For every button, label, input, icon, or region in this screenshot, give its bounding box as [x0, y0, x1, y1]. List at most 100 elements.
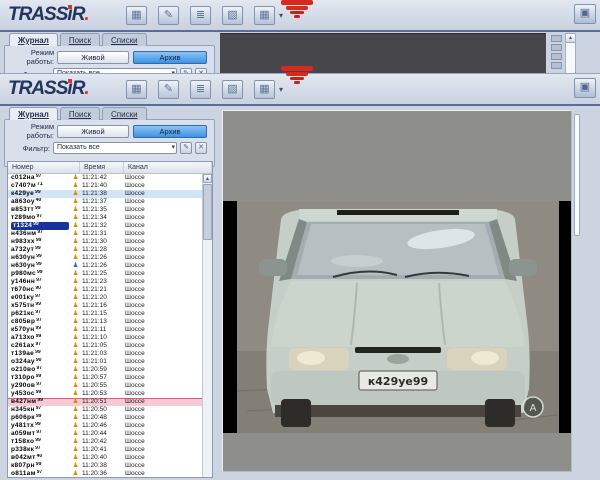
monitor-icon[interactable]: ▣ — [574, 78, 596, 98]
journal-row[interactable]: к570ун99♟11:21:11Шоссе — [8, 326, 202, 334]
event-direction-icon: ♟ — [69, 462, 82, 470]
plate-number: р338кк97 — [11, 446, 69, 454]
journal-row[interactable]: у453ос99♟11:20:53Шоссе — [8, 390, 202, 398]
edit-icon[interactable]: ✎ — [158, 80, 179, 99]
journal-row[interactable]: с740?м71♟11:21:40Шоссе — [8, 182, 202, 190]
channel-name: Шоссе — [125, 222, 202, 230]
journal-row[interactable]: а059мт97♟11:20:44Шоссе — [8, 430, 202, 438]
journal-row[interactable]: в427нм99♟11:20:51Шоссе — [8, 398, 202, 406]
journal-row[interactable]: с261ах97♟11:21:05Шоссе — [8, 342, 202, 350]
journal-row[interactable]: о210во97♟11:20:59Шоссе — [8, 366, 202, 374]
scroll-up-icon[interactable]: ▲ — [203, 174, 212, 183]
chevron-down-icon[interactable]: ▾ — [279, 85, 283, 94]
live-mode-button[interactable]: Живой — [57, 51, 129, 64]
tab-journal[interactable]: Журнал — [9, 33, 58, 46]
layout-icon[interactable]: ▦ — [254, 6, 275, 25]
journal-row[interactable]: в042мт40♟11:20:40Шоссе — [8, 454, 202, 462]
channel-name: Шоссе — [125, 366, 202, 374]
table-header: Номер Время Канал — [8, 162, 212, 174]
journal-row[interactable]: с012на97♟11:21:42Шоссе — [8, 174, 202, 182]
monitor-icon[interactable]: ▣ — [574, 4, 596, 24]
channel-name: Шоссе — [125, 214, 202, 222]
channel-name: Шоссе — [125, 294, 202, 302]
journal-row[interactable]: к429уе99♟11:21:38Шоссе — [8, 190, 202, 198]
event-direction-icon: ♟ — [69, 262, 82, 270]
column-plate[interactable]: Номер — [8, 162, 80, 173]
journal-row[interactable]: т289мо97♟11:21:34Шоссе — [8, 214, 202, 222]
archive-mode-button[interactable]: Архив — [133, 51, 207, 64]
journal-row[interactable]: т310ро99♟11:20:57Шоссе — [8, 374, 202, 382]
delete-filter-icon[interactable]: ✕ — [195, 142, 207, 154]
channel-name: Шоссе — [125, 254, 202, 262]
journal-row[interactable]: у146нн97♟11:21:23Шоссе — [8, 278, 202, 286]
mode-label: Режим работы: — [4, 48, 54, 66]
channel-name: Шоссе — [125, 374, 202, 382]
thumbnail-filmstrip[interactable] — [548, 33, 564, 74]
journal-row[interactable]: е001ку97♟11:21:20Шоссе — [8, 294, 202, 302]
channel-name: Шоссе — [125, 414, 202, 422]
frame-icon[interactable]: ▦ — [126, 80, 147, 99]
event-direction-icon: ♟ — [69, 430, 82, 438]
layout-icon[interactable]: ▦ — [254, 80, 275, 99]
journal-row[interactable]: н983хх99♟11:21:30Шоссе — [8, 238, 202, 246]
journal-row[interactable]: о811ам97♟11:20:36Шоссе — [8, 470, 202, 477]
snapshot-icon[interactable]: ▨ — [222, 6, 243, 25]
journal-row[interactable]: а863оу40♟11:21:37Шоссе — [8, 198, 202, 206]
plate-number: с261ах97 — [11, 342, 69, 350]
journal-row[interactable]: о324ау90♟11:21:01Шоссе — [8, 358, 202, 366]
channel-name: Шоссе — [125, 422, 202, 430]
event-direction-icon: ♟ — [69, 454, 82, 462]
journal-row[interactable]: н630ун99♟11:21:26Шоссе — [8, 254, 202, 262]
frame-icon[interactable]: ▦ — [126, 6, 147, 25]
journal-row[interactable]: у290ов97♟11:20:55Шоссе — [8, 382, 202, 390]
tab-lists[interactable]: Списки — [102, 107, 147, 120]
journal-row[interactable]: н436нм97♟11:21:31Шоссе — [8, 230, 202, 238]
scrollbar-thumb[interactable] — [203, 184, 212, 240]
live-mode-button[interactable]: Живой — [57, 125, 129, 138]
journal-row[interactable]: р621кс97♟11:21:15Шоссе — [8, 310, 202, 318]
thumbnail-cell — [551, 35, 562, 42]
journal-row[interactable]: х575тн99♟11:21:16Шоссе — [8, 302, 202, 310]
column-time[interactable]: Время — [80, 162, 124, 173]
event-direction-icon: ♟ — [69, 302, 82, 310]
tab-search[interactable]: Поиск — [60, 107, 100, 120]
edit-filter-icon[interactable]: ✎ — [180, 142, 192, 154]
channel-name: Шоссе — [125, 174, 202, 182]
event-direction-icon: ♟ — [69, 310, 82, 318]
scroll-up-icon[interactable]: ▲ — [566, 34, 575, 43]
table-scrollbar[interactable]: ▲ — [202, 174, 212, 477]
journal-row[interactable]: н630ун99♟11:21:26Шоссе — [8, 262, 202, 270]
archive-mode-button[interactable]: Архив — [133, 125, 207, 138]
event-direction-icon: ♟ — [69, 334, 82, 342]
tab-lists[interactable]: Списки — [102, 33, 147, 46]
event-time: 11:20:55 — [82, 382, 125, 390]
channel-name: Шоссе — [125, 326, 202, 334]
journal-row[interactable]: т670нс90♟11:21:21Шоссе — [8, 286, 202, 294]
plate-number: т289мо97 — [11, 214, 69, 222]
filter-select[interactable]: Показать все▾ — [53, 142, 177, 154]
tab-search[interactable]: Поиск — [60, 33, 100, 46]
journal-row[interactable]: р606рк99♟11:20:48Шоссе — [8, 414, 202, 422]
journal-row[interactable]: т158хо99♟11:20:42Шоссе — [8, 438, 202, 446]
journal-row[interactable]: к807рн99♟11:20:38Шоссе — [8, 462, 202, 470]
snapshot-icon[interactable]: ▨ — [222, 80, 243, 99]
report-icon[interactable]: ≣ — [190, 80, 211, 99]
journal-row[interactable]: в853тт99♟11:21:35Шоссе — [8, 206, 202, 214]
tab-journal[interactable]: Журнал — [9, 107, 58, 120]
column-channel[interactable]: Канал — [124, 162, 212, 173]
journal-row[interactable]: а732ут99♟11:21:28Шоссе — [8, 246, 202, 254]
journal-row[interactable]: р338кк97♟11:20:41Шоссе — [8, 446, 202, 454]
journal-row[interactable]: н345кн97♟11:20:50Шоссе — [8, 406, 202, 414]
video-scrollbar[interactable] — [574, 114, 580, 236]
journal-row[interactable]: у481тх99♟11:20:46Шоссе — [8, 422, 202, 430]
journal-row[interactable]: а713хо99♟11:21:10Шоссе — [8, 334, 202, 342]
report-icon[interactable]: ≣ — [190, 6, 211, 25]
journal-row[interactable]: с805вр97♟11:21:13Шоссе — [8, 318, 202, 326]
journal-row[interactable]: р980мс99♟11:21:25Шоссе — [8, 270, 202, 278]
edit-icon[interactable]: ✎ — [158, 6, 179, 25]
chevron-down-icon: ▾ — [171, 143, 175, 153]
journal-row[interactable]: т132499♟11:21:32Шоссе — [8, 222, 202, 230]
video-scrollbar[interactable]: ▲ — [565, 33, 576, 74]
journal-row[interactable]: т139ае99♟11:21:03Шоссе — [8, 350, 202, 358]
plate-number: а713хо99 — [11, 334, 69, 342]
